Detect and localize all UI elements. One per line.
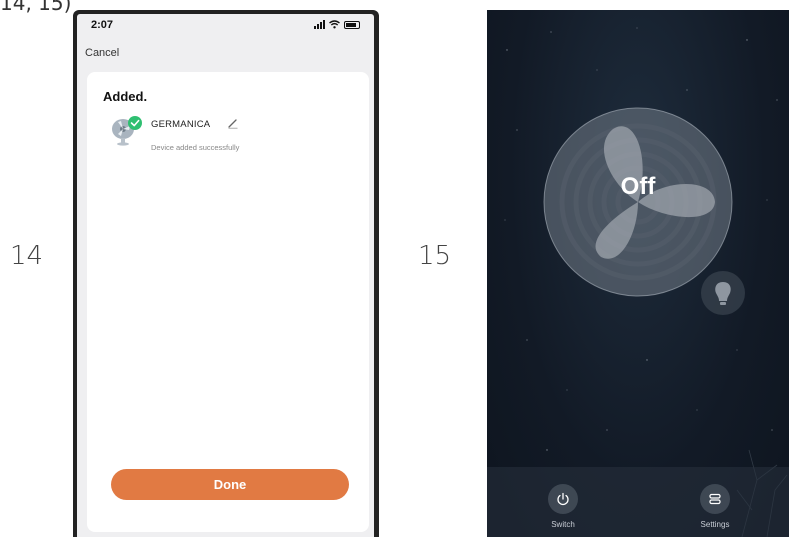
phone-frame-added: 2:07 Cancel Added. GERMANICA Device adde… <box>73 10 379 537</box>
switch-label: Switch <box>551 520 575 529</box>
fan-device-icon <box>112 116 142 146</box>
wifi-icon <box>329 20 340 29</box>
settings-icon <box>709 493 721 505</box>
added-card: Added. GERMANICA Device added successful… <box>87 72 369 532</box>
fan-control-screen: Off Switch Settings <box>487 10 789 537</box>
cancel-button[interactable]: Cancel <box>85 47 119 59</box>
device-name: GERMANICA <box>151 119 211 130</box>
check-badge <box>128 116 142 130</box>
fan-dial[interactable] <box>543 107 733 297</box>
added-title: Added. <box>103 89 148 104</box>
light-bulb-icon[interactable] <box>700 270 746 316</box>
settings-label: Settings <box>700 520 730 529</box>
switch-control[interactable]: Switch <box>543 484 583 529</box>
battery-icon <box>344 20 360 29</box>
device-status: Device added successfully <box>151 143 240 152</box>
added-screen: 2:07 Cancel Added. GERMANICA Device adde… <box>77 14 374 537</box>
signal-icon <box>314 20 325 29</box>
bottom-control-bar <box>487 467 789 537</box>
status-bar: 2:07 <box>77 14 374 38</box>
step-number-15: 15 <box>418 241 452 271</box>
settings-button[interactable] <box>700 484 730 514</box>
page-header-fragment: 14, 15) <box>0 0 72 15</box>
switch-button[interactable] <box>548 484 578 514</box>
power-state-label: Off <box>620 173 656 200</box>
done-button[interactable]: Done <box>111 469 349 500</box>
status-icons <box>314 20 360 29</box>
status-time: 2:07 <box>91 19 114 31</box>
power-icon <box>557 492 569 506</box>
settings-control[interactable]: Settings <box>695 484 735 529</box>
edit-pencil-icon[interactable] <box>227 117 239 129</box>
step-number-14: 14 <box>10 241 44 271</box>
